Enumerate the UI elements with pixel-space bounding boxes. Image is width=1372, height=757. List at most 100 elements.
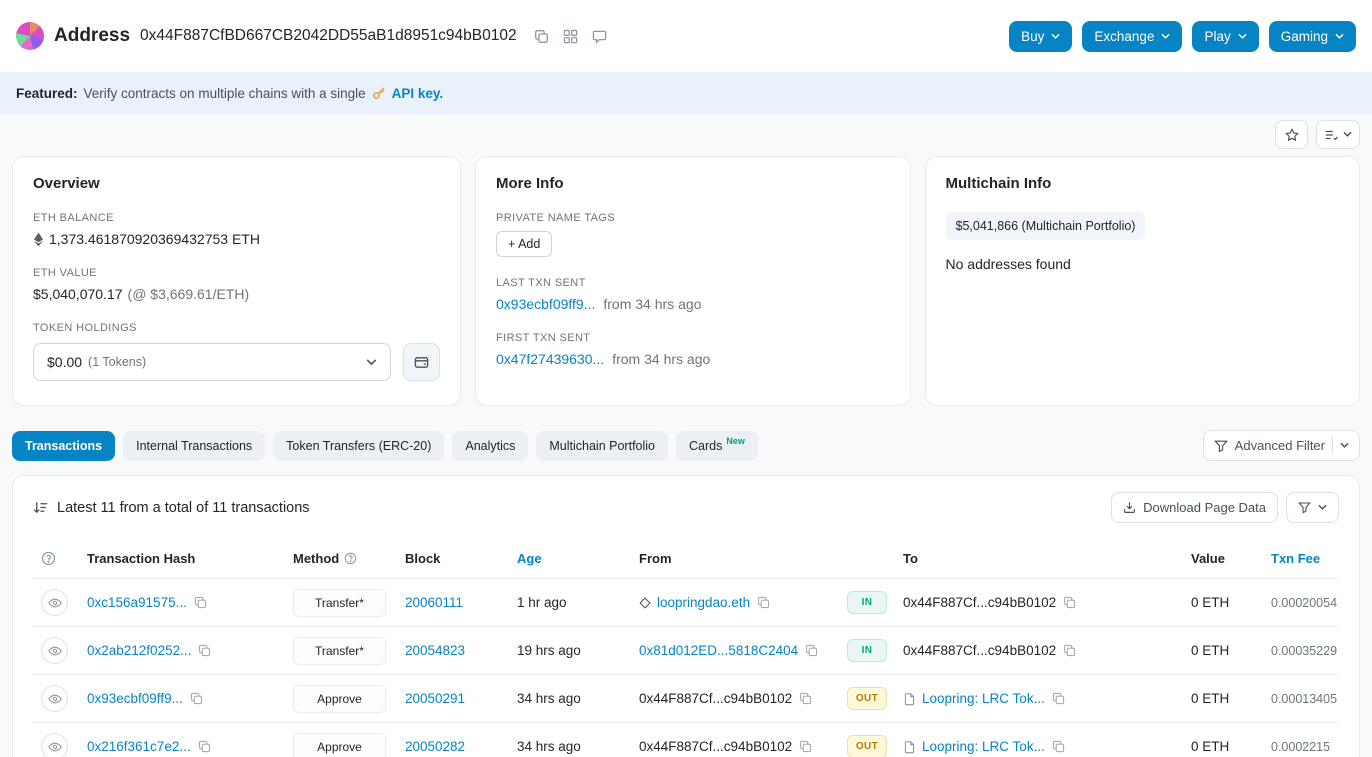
value-text: 0 ETH bbox=[1191, 739, 1229, 754]
view-details-button[interactable] bbox=[41, 685, 68, 712]
to-address[interactable]: 0x44F887Cf...c94bB0102 bbox=[903, 595, 1056, 610]
list-options-button[interactable] bbox=[1316, 120, 1360, 149]
multichain-title: Multichain Info bbox=[946, 175, 1340, 192]
chevron-down-icon bbox=[1343, 130, 1352, 139]
first-txn-hash-link[interactable]: 0x47f27439630... bbox=[496, 351, 604, 367]
chevron-down-icon bbox=[1161, 32, 1170, 41]
method-badge[interactable]: Transfer* bbox=[293, 637, 386, 665]
to-address[interactable]: Loopring: LRC Tok... bbox=[922, 739, 1045, 754]
tx-hash-link[interactable]: 0x2ab212f0252... bbox=[87, 643, 191, 658]
eth-rate-text: (@ $3,669.61/ETH) bbox=[128, 286, 250, 302]
age-text: 34 hrs ago bbox=[517, 739, 581, 754]
from-address[interactable]: 0x44F887Cf...c94bB0102 bbox=[639, 739, 792, 754]
col-txn-fee[interactable]: Txn Fee bbox=[1263, 539, 1339, 579]
nav-button-play[interactable]: Play bbox=[1192, 21, 1258, 52]
value-text: 0 ETH bbox=[1191, 595, 1229, 610]
from-address[interactable]: 0x81d012ED...5818C2404 bbox=[639, 643, 798, 658]
comment-button[interactable] bbox=[589, 26, 610, 47]
copy-icon[interactable] bbox=[193, 595, 208, 610]
to-address[interactable]: Loopring: LRC Tok... bbox=[922, 691, 1045, 706]
col-from: From bbox=[631, 539, 839, 579]
tabs-row: Transactions Internal Transactions Token T… bbox=[0, 406, 1372, 461]
age-text: 19 hrs ago bbox=[517, 643, 581, 658]
nav-button-gaming[interactable]: Gaming bbox=[1269, 21, 1356, 52]
tab-label: Multichain Portfolio bbox=[549, 439, 655, 453]
overview-card: Overview ETH BALANCE 1,373.4618709203694… bbox=[12, 156, 461, 406]
chevron-down-icon bbox=[1238, 32, 1247, 41]
tx-hash-link[interactable]: 0xc156a91575... bbox=[87, 595, 187, 610]
download-icon bbox=[1123, 501, 1136, 514]
copy-icon[interactable] bbox=[1062, 643, 1077, 658]
eye-icon bbox=[48, 596, 62, 610]
copy-icon[interactable] bbox=[756, 595, 771, 610]
copy-icon[interactable] bbox=[1051, 739, 1066, 754]
txn-fee-text: 0.00013405 bbox=[1271, 692, 1337, 706]
block-link[interactable]: 20060111 bbox=[405, 595, 463, 610]
copy-icon[interactable] bbox=[1062, 595, 1077, 610]
from-address[interactable]: loopringdao.eth bbox=[657, 595, 750, 610]
transactions-card: Latest 11 from a total of 11 transaction… bbox=[12, 475, 1360, 757]
tx-hash-link[interactable]: 0x216f361c7e2... bbox=[87, 739, 191, 754]
from-address[interactable]: 0x44F887Cf...c94bB0102 bbox=[639, 691, 792, 706]
tab-token-transfers-erc-20[interactable]: Token Transfers (ERC-20) bbox=[273, 431, 444, 461]
method-badge[interactable]: Approve bbox=[293, 685, 386, 713]
tab-cards[interactable]: CardsNew bbox=[676, 431, 758, 461]
view-details-button[interactable] bbox=[41, 733, 68, 757]
transactions-summary-text: Latest 11 from a total of 11 transaction… bbox=[57, 500, 310, 516]
block-link[interactable]: 20054823 bbox=[405, 643, 465, 658]
txn-fee-text: 0.00020054 bbox=[1271, 596, 1337, 610]
tab-analytics[interactable]: Analytics bbox=[452, 431, 528, 461]
last-txn-hash-link[interactable]: 0x93ecbf09ff9... bbox=[496, 296, 595, 312]
multichain-portfolio-badge[interactable]: $5,041,866 (Multichain Portfolio) bbox=[946, 212, 1146, 240]
table-row: 0x216f361c7e2... Approve 20050282 34 hrs… bbox=[33, 723, 1339, 757]
help-icon[interactable] bbox=[41, 551, 71, 566]
wallet-button[interactable] bbox=[403, 343, 440, 381]
nav-button-exchange[interactable]: Exchange bbox=[1082, 21, 1182, 52]
col-direction bbox=[839, 539, 895, 579]
copy-address-button[interactable] bbox=[531, 26, 552, 47]
star-icon bbox=[1285, 128, 1299, 142]
download-page-data-button[interactable]: Download Page Data bbox=[1111, 492, 1278, 523]
token-value-text: $0.00 bbox=[47, 354, 82, 370]
copy-icon[interactable] bbox=[1051, 691, 1066, 706]
topbar: Address 0x44F887CfBD667CB2042DD55aB1d895… bbox=[0, 0, 1372, 72]
key-icon bbox=[372, 86, 386, 100]
tx-hash-link[interactable]: 0x93ecbf09ff9... bbox=[87, 691, 183, 706]
copy-icon[interactable] bbox=[798, 739, 813, 754]
copy-icon[interactable] bbox=[804, 643, 819, 658]
direction-badge: IN bbox=[847, 639, 887, 662]
advanced-filter-label: Advanced Filter bbox=[1235, 438, 1325, 453]
featured-label: Featured: bbox=[16, 86, 78, 101]
method-badge[interactable]: Transfer* bbox=[293, 589, 386, 617]
tab-internal-transactions[interactable]: Internal Transactions bbox=[123, 431, 265, 461]
col-age[interactable]: Age bbox=[509, 539, 631, 579]
direction-badge: OUT bbox=[847, 687, 887, 710]
value-text: 0 ETH bbox=[1191, 643, 1229, 658]
tab-transactions[interactable]: Transactions bbox=[12, 431, 115, 461]
nav-button-label: Exchange bbox=[1094, 29, 1154, 44]
view-details-button[interactable] bbox=[41, 589, 68, 616]
tab-multichain-portfolio[interactable]: Multichain Portfolio bbox=[536, 431, 668, 461]
api-key-link[interactable]: API key. bbox=[392, 86, 444, 101]
favorite-button[interactable] bbox=[1275, 120, 1308, 149]
more-info-title: More Info bbox=[496, 175, 890, 192]
list-check-icon bbox=[1324, 128, 1338, 142]
to-address[interactable]: 0x44F887Cf...c94bB0102 bbox=[903, 643, 1056, 658]
nav-button-buy[interactable]: Buy bbox=[1009, 21, 1072, 52]
method-badge[interactable]: Approve bbox=[293, 733, 386, 757]
chevron-down-icon bbox=[1318, 503, 1327, 512]
add-name-tag-button[interactable]: + Add bbox=[496, 231, 552, 257]
view-details-button[interactable] bbox=[41, 637, 68, 664]
table-filter-button[interactable] bbox=[1286, 492, 1339, 523]
block-link[interactable]: 20050282 bbox=[405, 739, 465, 754]
qr-code-button[interactable] bbox=[560, 26, 581, 47]
block-link[interactable]: 20050291 bbox=[405, 691, 465, 706]
method-help-icon[interactable] bbox=[344, 552, 357, 565]
copy-icon[interactable] bbox=[197, 739, 212, 754]
token-holdings-dropdown[interactable]: $0.00 (1 Tokens) bbox=[33, 343, 391, 381]
copy-icon[interactable] bbox=[798, 691, 813, 706]
copy-icon[interactable] bbox=[189, 691, 204, 706]
advanced-filter-button[interactable]: Advanced Filter bbox=[1203, 430, 1360, 461]
wallet-icon bbox=[414, 355, 429, 370]
copy-icon[interactable] bbox=[197, 643, 212, 658]
